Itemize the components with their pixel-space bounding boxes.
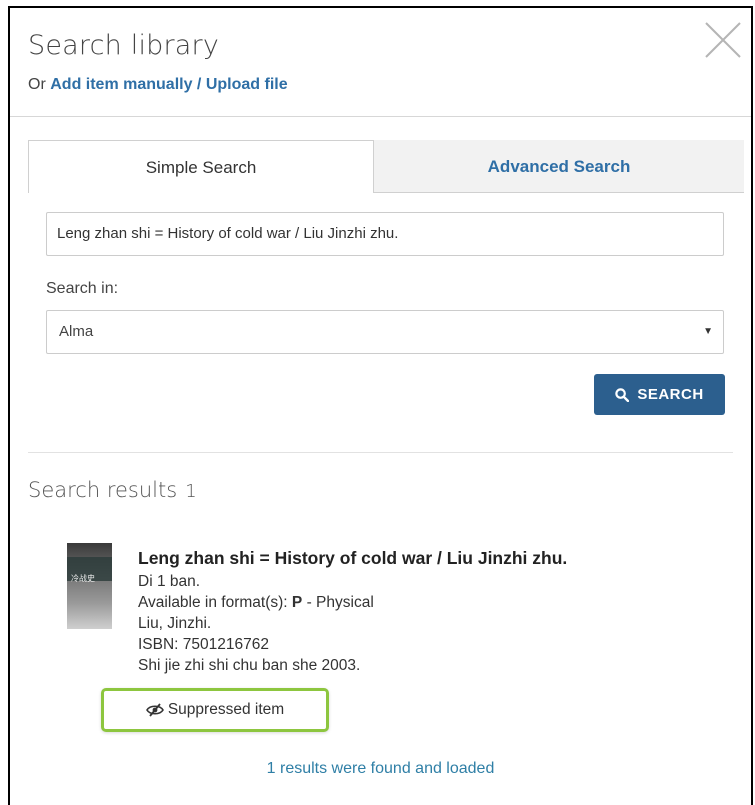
search-query-input[interactable]: Leng zhan shi = History of cold war / Li… bbox=[46, 212, 724, 256]
search-library-panel: Search library Or Add item manually / Up… bbox=[8, 6, 753, 805]
search-query-value: Leng zhan shi = History of cold war / Li… bbox=[57, 225, 399, 242]
search-button-label: SEARCH bbox=[637, 386, 704, 403]
eye-slash-icon bbox=[145, 703, 164, 717]
search-in-value: Alma bbox=[59, 323, 94, 340]
search-icon bbox=[615, 387, 630, 402]
search-in-select[interactable]: Alma ▼ bbox=[46, 310, 724, 354]
result-format-code: P bbox=[291, 594, 303, 611]
search-results-count: 1 bbox=[185, 481, 197, 502]
result-author: Liu, Jinzhi. bbox=[138, 615, 212, 632]
suppressed-item-badge: Suppressed item bbox=[101, 688, 329, 732]
section-divider bbox=[28, 452, 733, 453]
result-isbn: ISBN: 7501216762 bbox=[138, 636, 269, 653]
result-publisher: Shi jie zhi shi chu ban she 2003. bbox=[138, 657, 361, 674]
or-text: Or bbox=[28, 76, 46, 93]
results-found-message: 1 results were found and loaded bbox=[266, 760, 495, 777]
tab-simple-search[interactable]: Simple Search bbox=[28, 140, 374, 193]
search-results-title: Search results bbox=[28, 478, 178, 502]
book-cover-thumbnail: 冷战史 bbox=[67, 543, 112, 629]
result-record: Leng zhan shi = History of cold war / Li… bbox=[138, 548, 567, 676]
add-item-line: Or Add item manually / Upload file bbox=[28, 76, 288, 94]
result-edition: Di 1 ban. bbox=[138, 573, 201, 590]
search-tabs: Simple Search Advanced Search bbox=[28, 140, 744, 193]
result-format: Available in format(s): P - Physical bbox=[138, 594, 374, 611]
suppressed-item-label: Suppressed item bbox=[167, 701, 285, 718]
result-title[interactable]: Leng zhan shi = History of cold war / Li… bbox=[138, 548, 567, 569]
tab-advanced-search[interactable]: Advanced Search bbox=[374, 140, 744, 193]
search-results-heading: Search results 1 bbox=[28, 478, 197, 502]
add-item-manually-link[interactable]: Add item manually / Upload file bbox=[50, 76, 287, 93]
chevron-down-icon: ▼ bbox=[703, 326, 713, 337]
page-title: Search library bbox=[28, 30, 220, 61]
close-icon[interactable] bbox=[703, 20, 743, 60]
search-button[interactable]: SEARCH bbox=[594, 374, 725, 415]
search-in-label: Search in: bbox=[46, 280, 119, 297]
header-divider bbox=[10, 116, 751, 117]
